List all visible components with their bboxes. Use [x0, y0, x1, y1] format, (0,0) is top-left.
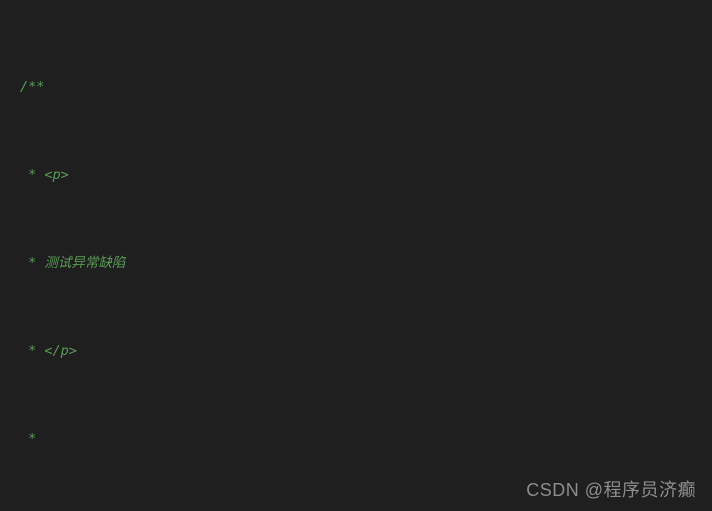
javadoc-open-token: /**: [20, 79, 45, 95]
code-line-javadoc-description: * 测试异常缺陷: [20, 252, 632, 274]
code-block: /** * <p> * 测试异常缺陷 * </p> * * @author 程序…: [20, 10, 632, 511]
javadoc-description-token: * 测试异常缺陷: [20, 255, 126, 271]
code-line-javadoc-open: /**: [20, 76, 632, 98]
javadoc-p-open-token: * <p>: [20, 167, 69, 183]
code-line-javadoc-blank: *: [20, 428, 632, 450]
code-line-javadoc-p-close: * </p>: [20, 340, 632, 362]
csdn-watermark: CSDN @程序员济癫: [526, 480, 696, 500]
javadoc-blank-token: *: [20, 431, 37, 447]
javadoc-p-close-token: * </p>: [20, 343, 77, 359]
code-editor-screenshot: /** * <p> * 测试异常缺陷 * </p> * * @author 程序…: [0, 0, 712, 511]
code-line-javadoc-p-open: * <p>: [20, 164, 632, 186]
